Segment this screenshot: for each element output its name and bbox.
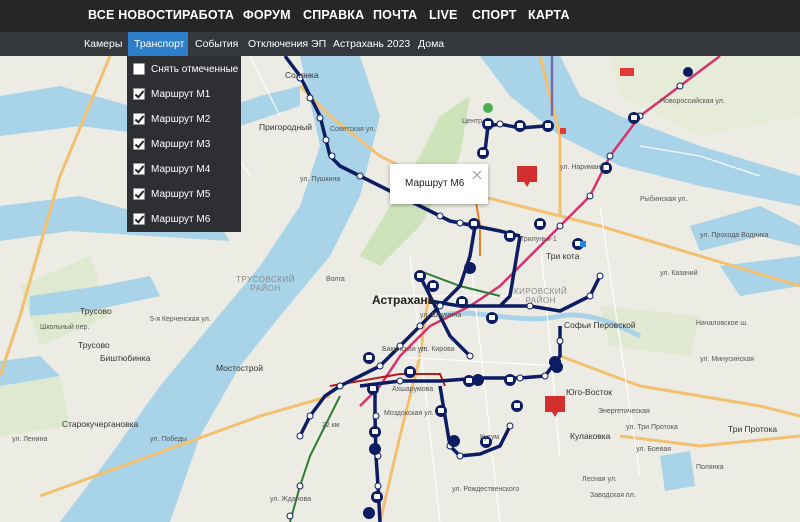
place-trusovo-2: Трусово: [78, 340, 110, 350]
city-map[interactable]: Солянка Пригородный Трусово Трусово Бишт…: [0, 56, 800, 522]
label-rozhdestvenskogo: ул. Рождественского: [452, 486, 520, 493]
tab-houses[interactable]: Дома: [418, 38, 444, 50]
sub-nav-bar: Камеры Транспорт События Отключения ЭП А…: [0, 32, 800, 56]
route-option-m2[interactable]: Маршрут М2: [133, 110, 210, 128]
label-22km: 22 км: [322, 422, 340, 429]
place-sofi-perovskoy: Софьи Перовской: [564, 320, 636, 330]
label-boevaya: ул. Боевая: [636, 446, 672, 453]
tab-astrakhan-2023[interactable]: Астрахань 2023: [333, 38, 410, 50]
place-tri-protoka: Три Протока: [728, 424, 778, 434]
tab-cameras[interactable]: Камеры: [84, 38, 122, 50]
nav-help[interactable]: СПРАВКА: [303, 8, 364, 22]
nav-mail[interactable]: ПОЧТА: [373, 8, 417, 22]
tab-events[interactable]: События: [195, 38, 238, 50]
place-center: Центр: [462, 118, 483, 125]
label-narimana: ул. Наримана: [560, 164, 605, 171]
route-popup: Маршрут М6: [390, 164, 488, 204]
checkbox-checked[interactable]: [133, 163, 145, 175]
checkbox-checked[interactable]: [133, 138, 145, 150]
route-option-m4[interactable]: Маршрут М4: [133, 160, 210, 178]
transport-dropdown: Снять отмеченные Маршрут М1 Маршрут М2 М…: [127, 56, 241, 232]
place-trilunya: Трилунья-1: [520, 236, 557, 243]
place-starokucherganovka: Старокучергановка: [62, 419, 139, 429]
place-polyanka: Полянка: [696, 464, 724, 471]
popup-text: Маршрут М6: [405, 178, 465, 189]
checkbox-checked[interactable]: [133, 213, 145, 225]
label-kerchenskaya: 5-я Керченская ул.: [150, 316, 211, 323]
label-volga: Волга: [326, 276, 345, 283]
label-pushkina: ул. Пушкина: [300, 176, 341, 183]
label-kazachiy: ул. Казачий: [660, 270, 698, 277]
label-mozdokskaya: Моздокская ул.: [384, 410, 434, 417]
route-label: Маршрут М5: [151, 188, 211, 200]
route-label: Маршрут М4: [151, 163, 211, 175]
route-label: Маршрут М1: [151, 88, 211, 100]
close-icon[interactable]: [472, 170, 482, 180]
map-canvas: [0, 56, 800, 522]
top-nav-bar: ВСЕ НОВОСТИ РАБОТА ФОРУМ СПРАВКА ПОЧТА L…: [0, 0, 800, 32]
label-lesnaya: Лесная ул.: [582, 476, 617, 483]
label-shaumyana: ул. Шаумяна: [420, 312, 462, 319]
route-option-m3[interactable]: Маршрут М3: [133, 135, 210, 153]
district-kirovsky: КИРОВСКИЙ РАЙОН: [514, 287, 568, 305]
label-akhsharumova: Ахшарумова: [392, 386, 434, 393]
label-zavodskaya: Заводская пл.: [590, 492, 636, 499]
label-zhdanova: ул. Жданова: [270, 496, 312, 503]
label-energeticheskaya: Энергетическая: [598, 408, 650, 415]
nav-live[interactable]: LIVE: [429, 8, 458, 22]
nav-map[interactable]: КАРТА: [528, 8, 570, 22]
label-ul-tri-protoka: ул. Три Протока: [626, 424, 678, 431]
district-trusovsky: ТРУСОВСКИЙ РАЙОН: [236, 275, 295, 293]
tab-transport[interactable]: Транспорт: [134, 38, 185, 50]
nav-forum[interactable]: ФОРУМ: [243, 8, 291, 22]
nav-sport[interactable]: СПОРТ: [472, 8, 517, 22]
label-shkolny: Школьный пер.: [40, 324, 90, 331]
label-bakinskaya: Бакинская ул.: [382, 346, 428, 353]
uncheck-all-label: Снять отмеченные: [151, 63, 239, 75]
place-bishtyubinka: Биштюбинка: [100, 353, 151, 363]
route-option-m1[interactable]: Маршрут М1: [133, 85, 210, 103]
label-sovetskaya: Советская ул.: [330, 126, 376, 133]
place-solyanka: Солянка: [285, 70, 319, 80]
checkbox[interactable]: [133, 63, 145, 75]
label-novorossiyskaya: Новороссийская ул.: [660, 98, 725, 105]
route-label: Маршрут М6: [151, 213, 211, 225]
checkbox-checked[interactable]: [133, 113, 145, 125]
checkbox-checked[interactable]: [133, 88, 145, 100]
place-mostostroy: Мостострой: [216, 363, 264, 373]
place-trusovo: Трусово: [80, 306, 112, 316]
uncheck-all-option[interactable]: Снять отмеченные: [133, 60, 238, 78]
label-rybinskaya: Рыбинская ул.: [640, 196, 688, 203]
nav-jobs[interactable]: РАБОТА: [182, 8, 234, 22]
place-prigorodny: Пригородный: [259, 122, 313, 132]
label-minusinskaya: ул. Минусинская: [700, 356, 755, 363]
place-tri-kota: Три кота: [546, 251, 580, 261]
route-option-m5[interactable]: Маршрут М5: [133, 185, 210, 203]
label-nachalovskoe: Началовское ш.: [696, 320, 748, 327]
place-kutum: Кутум: [480, 434, 500, 441]
city-label: Астрахань: [372, 293, 436, 307]
route-label: Маршрут М2: [151, 113, 211, 125]
place-yugo-vostok: Юго-Восток: [566, 387, 612, 397]
label-lenina: ул. Ленина: [12, 436, 48, 443]
place-kulakovka: Кулаковка: [570, 431, 611, 441]
nav-all-news[interactable]: ВСЕ НОВОСТИ: [88, 8, 182, 22]
checkbox-checked[interactable]: [133, 188, 145, 200]
label-prohoda-vodnika: ул. Прохода Водника: [700, 232, 769, 239]
route-option-m6[interactable]: Маршрут М6: [133, 210, 210, 228]
label-pobedy: ул. Победы: [150, 436, 188, 443]
tab-power-outages[interactable]: Отключения ЭП: [248, 38, 326, 50]
route-label: Маршрут М3: [151, 138, 211, 150]
